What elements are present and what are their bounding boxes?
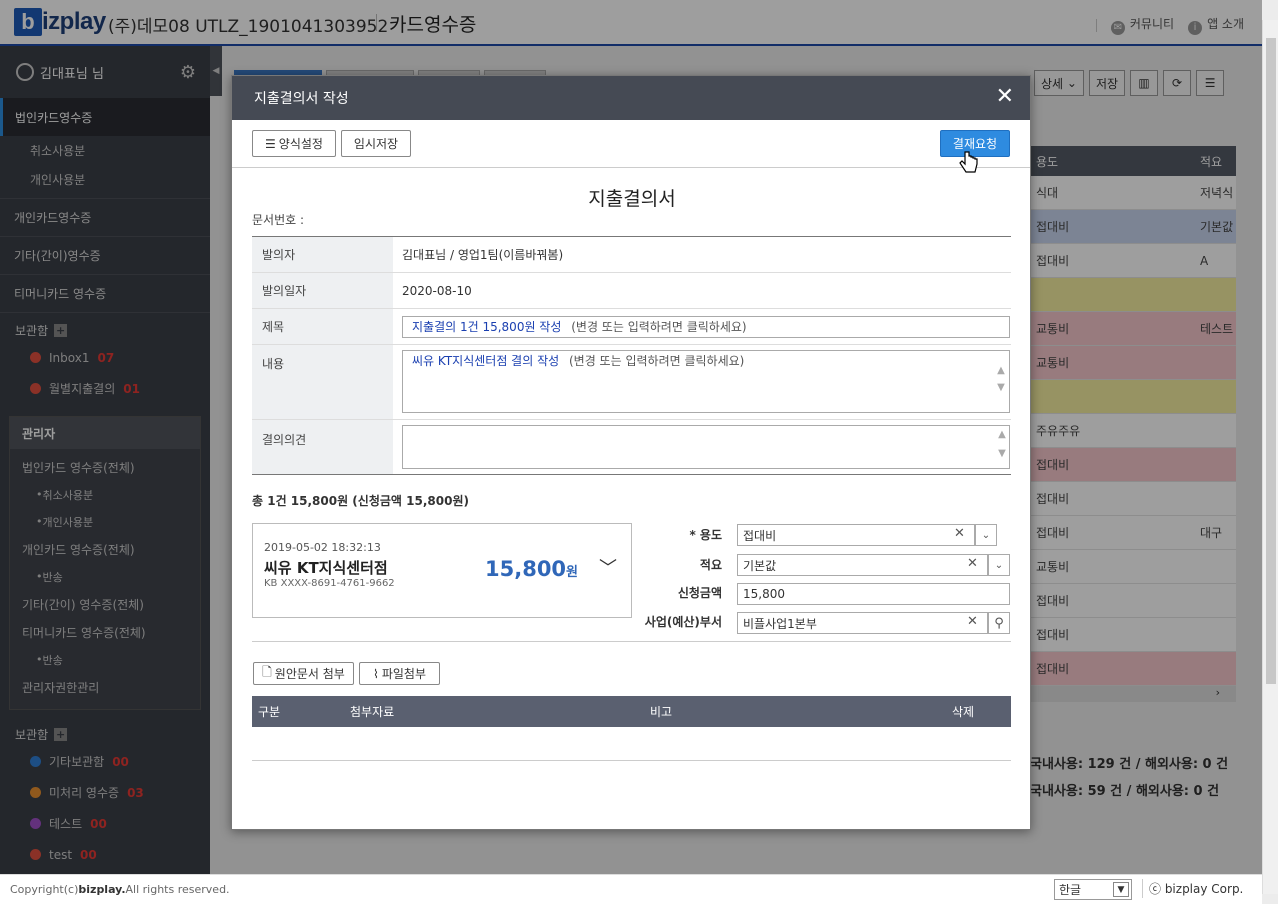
copyright-brand: bizplay. [78,883,126,896]
form-settings-button[interactable]: ☰ 양식설정 [252,130,336,157]
form-row-opinion: 결의의견 ▲ ▼ [252,420,1011,475]
attach-file-label: 파일첨부 [381,667,427,681]
content-textarea[interactable]: 씨유 KT지식센터점 결의 작성 (변경 또는 입력하려면 클릭하세요) ▲ ▼ [402,350,1010,413]
content-label: 내용 [252,345,393,419]
memo-value: 기본값 [743,558,777,573]
document-icon: 🗋 [262,665,272,679]
opinion-textarea[interactable] [402,425,1010,469]
content-hint: (변경 또는 입력하려면 클릭하세요) [568,354,745,368]
subject-label: 제목 [252,309,393,344]
close-icon[interactable]: ✕ [996,86,1014,108]
language-select[interactable]: 한글 ▼ [1054,879,1132,900]
corp-copyright: ⓒ bizplay Corp. [1142,879,1243,898]
paperclip-icon: ⌇ [372,666,379,681]
merchant-name: 씨유 KT지식센터점 [264,559,388,577]
subject-value: 지출결의 1건 15,800원 작성 [412,320,562,334]
content-cell: 씨유 KT지식센터점 결의 작성 (변경 또는 입력하려면 클릭하세요) ▲ ▼ [393,345,1011,419]
divider [252,641,1011,642]
col-note: 비고 [650,705,673,719]
subject-hint: (변경 또는 입력하려면 클릭하세요) [571,320,747,334]
proposer-value: 김대표님 / 영업1팀(이름바꿔봄) [402,248,564,262]
request-amount-label: 신청금액 [677,586,722,600]
proposer-label: 발의자 [252,237,393,272]
usage-select[interactable]: 접대비 [737,524,975,546]
col-delete: 삭제 [952,705,975,719]
temp-save-button[interactable]: 임시저장 [341,130,411,157]
total-summary: 총 1건 15,800원 (신청금액 15,800원) [252,494,469,508]
textarea-scrollbar[interactable]: ▲ ▼ [993,351,1009,412]
memo-label: 적요 [699,558,722,572]
currency: 원 [566,565,579,580]
form-row-content: 내용 씨유 KT지식센터점 결의 작성 (변경 또는 입력하려면 클릭하세요) … [252,345,1011,420]
dept-input[interactable]: 비플사업1본부 [737,612,988,634]
clear-icon[interactable]: ✕ [967,556,978,571]
copyright-suffix: All rights reserved. [125,883,230,896]
scrollbar-thumb[interactable] [1266,38,1276,684]
page-scrollbar[interactable] [1262,20,1278,894]
opinion-cell: ▲ ▼ [393,420,1011,474]
modal-title: 지출결의서 작성 [254,91,349,107]
usage-value: 접대비 [743,528,777,543]
amount-value: 15,800 [485,557,567,581]
memo-select[interactable]: 기본값 [737,554,988,576]
expense-report-modal: 지출결의서 작성 ✕ ☰ 양식설정 임시저장 결재요청 지출결의서 문서번호 : … [231,75,1031,830]
attachment-table: 구분 첨부자료 비고 삭제 [252,696,1011,761]
textarea-scrollbar[interactable]: ▲ ▼ [994,425,1010,469]
usage-label: * 용도 [689,528,722,542]
transaction-amount: 15,800원 [485,557,578,581]
modal-header: 지출결의서 작성 ✕ [232,76,1030,120]
attachment-empty-row [252,727,1011,761]
date-label: 발의일자 [252,273,393,308]
pointer-cursor-icon [959,151,978,173]
subject-cell: 지출결의 1건 15,800원 작성 (변경 또는 입력하려면 클릭하세요) [393,309,1011,344]
clear-icon[interactable]: ✕ [954,526,965,541]
menu-icon: ☰ [265,136,276,151]
document-title: 지출결의서 [588,188,676,210]
opinion-label: 결의의견 [252,420,393,474]
card-number: KB XXXX-8691-4761-9662 [264,578,395,589]
dept-value: 비플사업1본부 [743,616,817,631]
form-settings-label: 양식설정 [278,137,323,151]
request-amount-value: 15,800 [743,587,785,601]
document-number: 문서번호 : [252,213,305,227]
attachment-header: 구분 첨부자료 비고 삭제 [252,696,1011,727]
col-type: 구분 [258,705,281,719]
date-value: 2020-08-10 [402,284,472,298]
form-row-proposer: 발의자 김대표님 / 영업1팀(이름바꿔봄) [252,237,1011,273]
form-table: 발의자 김대표님 / 영업1팀(이름바꿔봄) 발의일자 2020-08-10 제… [252,236,1011,475]
chevron-down-icon[interactable]: ⌄ [988,554,1010,576]
modal-toolbar: ☰ 양식설정 임시저장 결재요청 [232,120,1030,168]
col-attachment: 첨부자료 [350,705,395,719]
chevron-down-icon[interactable]: ⌄ [975,524,997,546]
chevron-down-icon: ▼ [1113,882,1129,897]
transaction-datetime: 2019-05-02 18:32:13 [264,541,381,554]
clear-icon[interactable]: ✕ [967,614,978,629]
content-value: 씨유 KT지식센터점 결의 작성 [412,354,560,368]
card-transaction[interactable]: 2019-05-02 18:32:13 씨유 KT지식센터점 KB XXXX-8… [252,523,632,618]
form-row-subject: 제목 지출결의 1건 15,800원 작성 (변경 또는 입력하려면 클릭하세요… [252,309,1011,345]
subject-input[interactable]: 지출결의 1건 15,800원 작성 (변경 또는 입력하려면 클릭하세요) [402,316,1010,338]
request-amount-input[interactable]: 15,800 [737,583,1010,605]
chevron-down-icon[interactable]: ﹀ [599,554,617,580]
dept-label: 사업(예산)부서 [644,615,722,629]
attach-original-button[interactable]: 🗋 원안문서 첨부 [253,662,354,685]
copyright-prefix: Copyright(c) [10,883,79,896]
attach-file-button[interactable]: ⌇ 파일첨부 [359,662,440,685]
search-icon[interactable]: ⚲ [988,612,1010,634]
language-value: 한글 [1059,883,1082,897]
attach-original-label: 원안문서 첨부 [274,667,345,681]
form-row-date: 발의일자 2020-08-10 [252,273,1011,309]
